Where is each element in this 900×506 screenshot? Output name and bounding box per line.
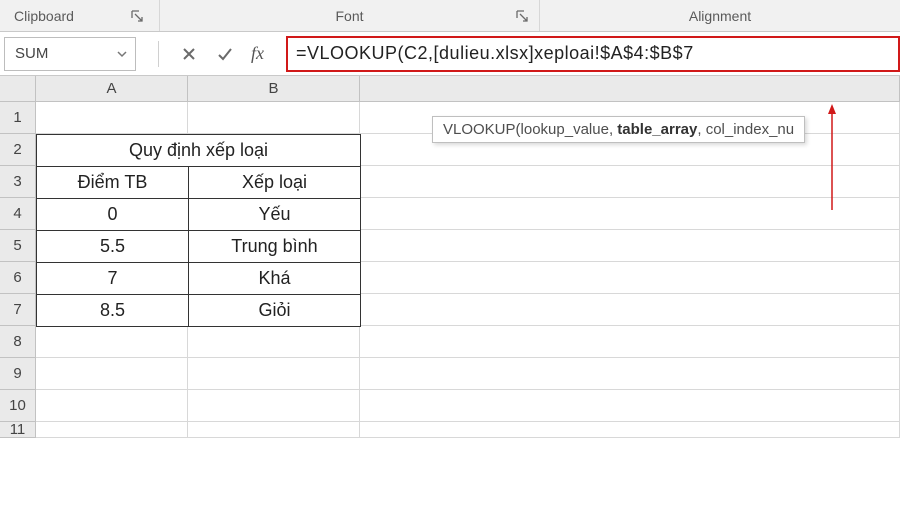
font-label: Font [335,8,363,24]
table-cell: 5.5 [37,231,189,263]
name-box[interactable]: SUM [4,37,136,71]
column-headers: A B [0,76,900,102]
alignment-label: Alignment [689,8,751,24]
cell[interactable] [188,102,360,134]
syntax-arg-1: table_array [617,121,697,138]
cell[interactable] [36,422,188,438]
ribbon-group-font: Font [160,0,540,31]
table-header: Điểm TB [37,167,189,199]
formula-bar-row: SUM fx =VLOOKUP(C2,[dulieu.xlsx]xeploai!… [0,32,900,76]
table-cell: Giỏi [189,295,361,327]
fx-icon[interactable]: fx [251,43,264,64]
table-cell: 0 [37,199,189,231]
cell[interactable] [36,102,188,134]
table-cell: 7 [37,263,189,295]
formula-bar-controls: fx [148,41,274,67]
cell[interactable] [188,422,360,438]
annotation-arrow [822,100,842,220]
cell[interactable] [188,358,360,390]
column-header-empty[interactable] [360,76,900,102]
clipboard-label: Clipboard [14,8,74,24]
syntax-fn: VLOOKUP [443,121,516,138]
row-header[interactable]: 10 [0,390,36,422]
row-header[interactable]: 5 [0,230,36,262]
row-header[interactable]: 7 [0,294,36,326]
select-all-corner[interactable] [0,76,36,102]
formula-input[interactable]: =VLOOKUP(C2,[dulieu.xlsx]xeploai!$A$4:$B… [286,36,900,72]
worksheet-grid[interactable]: 1 2 3 4 5 6 7 8 9 10 11 Quy định xếp loạ… [0,102,900,438]
table-row: 8.5Giỏi [37,295,361,327]
table-row: 5.5Trung bình [37,231,361,263]
cell[interactable] [360,390,900,422]
dialog-launcher-icon[interactable] [515,9,529,23]
table-header: Xếp loại [189,167,361,199]
cancel-icon[interactable] [179,44,199,64]
cell[interactable] [360,326,900,358]
row-header[interactable]: 1 [0,102,36,134]
grading-table: Quy định xếp loại Điểm TB Xếp loại 0Yếu … [36,134,361,327]
enter-icon[interactable] [215,44,235,64]
table-cell: Khá [189,263,361,295]
row-header[interactable]: 4 [0,198,36,230]
formula-text: =VLOOKUP(C2,[dulieu.xlsx]xeploai!$A$4:$B… [296,43,694,64]
cell[interactable] [36,358,188,390]
ribbon-group-alignment: Alignment [540,0,900,31]
column-header[interactable]: A [36,76,188,102]
table-cell: 8.5 [37,295,189,327]
table-row: 0Yếu [37,199,361,231]
cell[interactable] [36,390,188,422]
cell[interactable] [360,262,900,294]
cell[interactable] [360,230,900,262]
row-header[interactable]: 3 [0,166,36,198]
row-header[interactable]: 2 [0,134,36,166]
separator [158,41,159,67]
cell[interactable] [188,390,360,422]
function-syntax-tooltip: VLOOKUP(lookup_value, table_array, col_i… [432,116,805,143]
table-row: 7Khá [37,263,361,295]
dialog-launcher-icon[interactable] [130,9,144,23]
syntax-arg-2: col_index_nu [706,121,794,138]
row-header[interactable]: 6 [0,262,36,294]
cell[interactable] [360,198,900,230]
row-header[interactable]: 11 [0,422,36,438]
syntax-arg-0: lookup_value [521,121,609,138]
column-header[interactable]: B [188,76,360,102]
table-title: Quy định xếp loại [37,135,361,167]
ribbon-group-row: Clipboard Font Alignment [0,0,900,32]
name-box-value: SUM [15,45,48,62]
row-header[interactable]: 9 [0,358,36,390]
ribbon-group-clipboard: Clipboard [0,0,160,31]
row-header[interactable]: 8 [0,326,36,358]
cell[interactable] [360,166,900,198]
cell[interactable] [360,358,900,390]
cell[interactable] [360,294,900,326]
table-cell: Yếu [189,199,361,231]
table-cell: Trung bình [189,231,361,263]
cell[interactable] [188,326,360,358]
cell[interactable] [360,422,900,438]
cell[interactable] [36,326,188,358]
chevron-down-icon[interactable] [115,47,129,61]
